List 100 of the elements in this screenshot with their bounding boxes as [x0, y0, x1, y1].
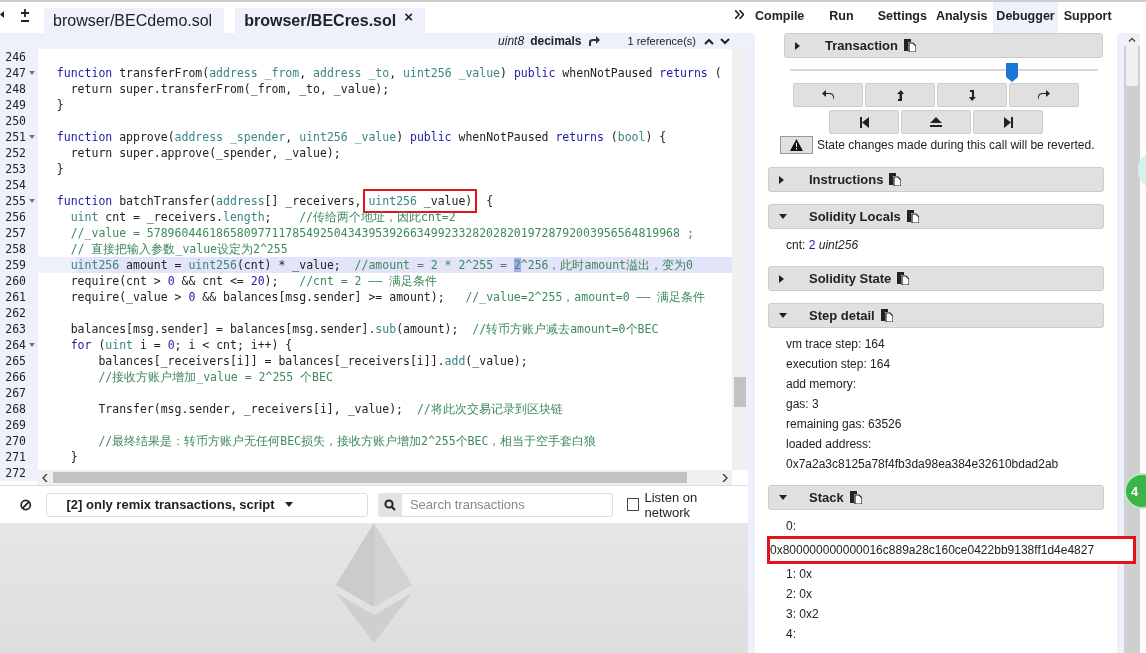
- section-header[interactable]: Solidity Locals: [768, 204, 1104, 229]
- line-number: 253: [4, 162, 26, 176]
- code-line: Transfer(msg.sender, _receivers[i], _value); //将此次交易记录到区块链: [97, 401, 564, 417]
- caret-down-icon: [779, 312, 789, 319]
- symbol-name: decimals: [530, 34, 582, 48]
- detail-line: 4:: [786, 626, 797, 643]
- clear-icon[interactable]: [20, 498, 32, 511]
- jump-previous-button[interactable]: [829, 110, 899, 134]
- caret-down-icon: [779, 213, 789, 220]
- panel-tab[interactable]: Run: [826, 2, 857, 33]
- panel-tab[interactable]: Debugger: [993, 2, 1058, 33]
- line-number: 256: [4, 210, 26, 224]
- section-header[interactable]: Instructions: [768, 167, 1104, 192]
- detail-line: execution step: 164: [786, 356, 892, 373]
- code-line: }: [69, 449, 79, 465]
- search-field[interactable]: Search transactions: [401, 492, 613, 517]
- goto-arrow-icon[interactable]: [587, 36, 600, 46]
- fold-caret-icon[interactable]: [29, 135, 35, 139]
- line-number: 272: [4, 466, 26, 480]
- search-button[interactable]: [377, 492, 402, 517]
- copy-icon[interactable]: [889, 173, 902, 186]
- line-number: 259: [4, 258, 26, 272]
- line-number: 270: [4, 434, 26, 448]
- line-number: 260: [4, 274, 26, 288]
- skip-forward-icon: [1003, 116, 1013, 128]
- reference-count: 1 reference(s): [627, 35, 696, 47]
- type-label: uint8: [498, 34, 525, 48]
- scroll-left-icon[interactable]: [42, 473, 48, 482]
- detail-line: vm trace step: 164: [786, 336, 886, 353]
- arrow-down-icon: [968, 89, 976, 101]
- horizontal-scrollbar[interactable]: [38, 470, 732, 485]
- line-number: 247: [4, 66, 26, 80]
- code-line: for (uint i = 0; i < cnt; i++) {: [69, 337, 294, 353]
- file-tab[interactable]: browser/BECres.sol ×: [235, 8, 425, 33]
- code-line: function approve(address _spender, uint256 _value) public whenNotPaused returns (bool) {: [55, 129, 668, 145]
- curved-arrow-left-icon: [822, 90, 834, 100]
- scroll-left-icon[interactable]: [0, 11, 4, 18]
- line-number: 258: [4, 242, 26, 256]
- warning-icon: [790, 139, 803, 151]
- panel-tab[interactable]: Settings: [874, 2, 930, 33]
- line-number: 251: [4, 130, 26, 144]
- detail-line: 2: 0x: [786, 586, 813, 603]
- scroll-right-icon[interactable]: [735, 10, 744, 19]
- caret-up-icon[interactable]: [704, 37, 714, 45]
- filter-dropdown[interactable]: [2] only remix transactions, script: [45, 492, 368, 517]
- code-line: uint cnt = _receivers.length; //传给两个地址，因此cnt=2: [69, 209, 457, 225]
- search-icon: [383, 498, 396, 511]
- scroll-up-icon[interactable]: [1124, 33, 1140, 46]
- copy-icon[interactable]: [903, 39, 916, 52]
- skip-back-icon: [859, 116, 869, 128]
- code-line: return super.transferFrom(_from, _to, _value);: [69, 81, 391, 97]
- section-header[interactable]: Step detail: [768, 303, 1104, 328]
- vertical-scrollbar[interactable]: [1124, 33, 1140, 653]
- section-header[interactable]: Solidity State: [768, 266, 1104, 291]
- step-slider[interactable]: [790, 63, 1098, 80]
- scrollbar-thumb[interactable]: [1126, 46, 1138, 86]
- copy-icon[interactable]: [880, 309, 893, 322]
- fold-caret-icon[interactable]: [29, 71, 35, 75]
- detail-line: 0x7a2a3c8125a78f4fb3da98ea384e32610bdad2ab: [786, 456, 1060, 473]
- copy-icon[interactable]: [906, 210, 919, 223]
- line-number: 255: [4, 194, 26, 208]
- line-number: 261: [4, 290, 26, 304]
- warning-button[interactable]: [780, 136, 813, 154]
- code-line: balances[msg.sender] = balances[msg.sender].sub(amount); //转币方账户减去amount=0个BEC: [69, 321, 660, 337]
- curved-arrow-right-icon: [1038, 90, 1050, 100]
- eject-button[interactable]: [901, 110, 971, 134]
- fold-caret-icon[interactable]: [29, 343, 35, 347]
- detail-line: remaining gas: 63526: [786, 416, 903, 433]
- line-number: 252: [4, 146, 26, 160]
- detail-line: add memory:: [786, 376, 858, 393]
- copy-icon[interactable]: [897, 272, 910, 285]
- code-line: balances[_receivers[i]] = balances[_receivers[i]].add(_value);: [97, 353, 529, 369]
- line-number: 246: [4, 50, 26, 64]
- vertical-scrollbar[interactable]: [732, 49, 748, 470]
- slider-thumb[interactable]: [1005, 63, 1018, 82]
- code-line: }: [55, 161, 65, 177]
- file-tab[interactable]: browser/BECdemo.sol: [44, 8, 225, 33]
- panel-tab[interactable]: Compile: [752, 2, 808, 33]
- local-variable: cnt: 2 uint256: [786, 237, 860, 254]
- section-header[interactable]: Stack: [768, 485, 1104, 510]
- section-header[interactable]: Transaction: [784, 33, 1103, 58]
- code-line: return super.approve(_spender, _value);: [69, 145, 342, 161]
- caret-down-icon[interactable]: [720, 37, 730, 45]
- panel-tab[interactable]: Analysis: [932, 2, 991, 33]
- close-button[interactable]: ×: [404, 9, 413, 24]
- line-number: 266: [4, 370, 26, 384]
- warning-text: State changes made during this call will be reverted.: [817, 138, 1095, 152]
- code-line: // 直接把输入参数_value设定为2^255: [69, 241, 289, 257]
- arrow-up-icon: [896, 89, 904, 101]
- checkbox[interactable]: [626, 498, 640, 511]
- jump-next-button[interactable]: [973, 110, 1043, 134]
- detail-line: 1: 0x: [786, 566, 813, 583]
- detail-line: gas: 3: [786, 396, 820, 413]
- plus-minus-icon[interactable]: [20, 9, 30, 23]
- scroll-right-icon[interactable]: [722, 473, 728, 482]
- copy-icon[interactable]: [849, 491, 862, 504]
- panel-tab[interactable]: Support: [1060, 2, 1115, 33]
- line-number: 254: [4, 178, 26, 192]
- fold-caret-icon[interactable]: [29, 199, 35, 203]
- line-number: 268: [4, 402, 26, 416]
